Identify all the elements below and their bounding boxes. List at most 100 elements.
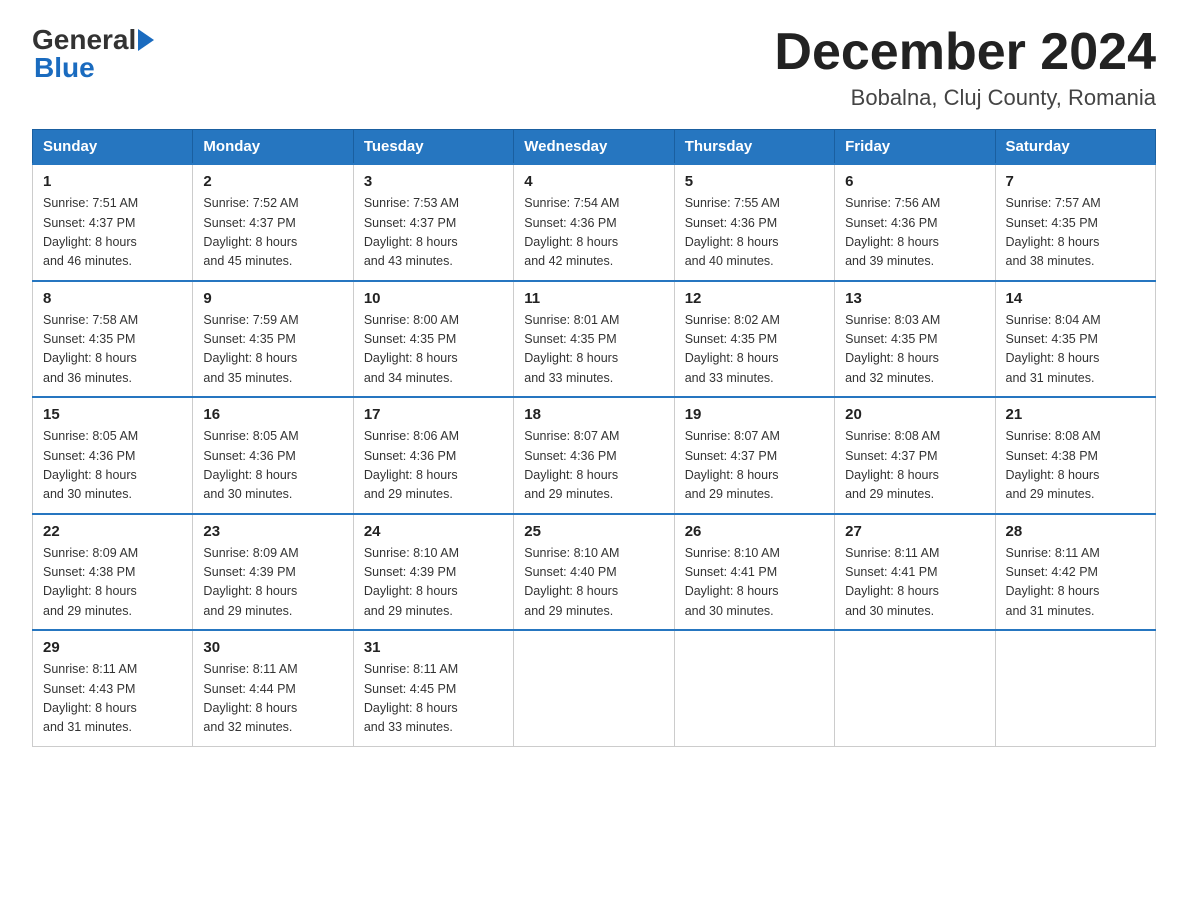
calendar-day-1: 1 Sunrise: 7:51 AMSunset: 4:37 PMDayligh… bbox=[33, 164, 193, 281]
calendar-day-28: 28 Sunrise: 8:11 AMSunset: 4:42 PMDaylig… bbox=[995, 514, 1155, 631]
calendar-day-7: 7 Sunrise: 7:57 AMSunset: 4:35 PMDayligh… bbox=[995, 164, 1155, 281]
day-info-14: Sunrise: 8:04 AMSunset: 4:35 PMDaylight:… bbox=[1006, 313, 1101, 385]
day-number-3: 3 bbox=[364, 173, 503, 190]
calendar-day-6: 6 Sunrise: 7:56 AMSunset: 4:36 PMDayligh… bbox=[835, 164, 995, 281]
calendar-week-row-1: 1 Sunrise: 7:51 AMSunset: 4:37 PMDayligh… bbox=[33, 164, 1156, 281]
weekday-header-monday: Monday bbox=[193, 130, 353, 165]
calendar-day-19: 19 Sunrise: 8:07 AMSunset: 4:37 PMDaylig… bbox=[674, 397, 834, 514]
day-info-24: Sunrise: 8:10 AMSunset: 4:39 PMDaylight:… bbox=[364, 546, 459, 618]
calendar-day-9: 9 Sunrise: 7:59 AMSunset: 4:35 PMDayligh… bbox=[193, 281, 353, 398]
day-info-18: Sunrise: 8:07 AMSunset: 4:36 PMDaylight:… bbox=[524, 429, 619, 501]
day-number-6: 6 bbox=[845, 173, 984, 190]
logo-area: General Blue bbox=[32, 24, 154, 84]
day-number-11: 11 bbox=[524, 290, 663, 307]
day-number-16: 16 bbox=[203, 406, 342, 423]
day-info-23: Sunrise: 8:09 AMSunset: 4:39 PMDaylight:… bbox=[203, 546, 298, 618]
day-number-19: 19 bbox=[685, 406, 824, 423]
calendar-week-row-4: 22 Sunrise: 8:09 AMSunset: 4:38 PMDaylig… bbox=[33, 514, 1156, 631]
calendar-day-12: 12 Sunrise: 8:02 AMSunset: 4:35 PMDaylig… bbox=[674, 281, 834, 398]
weekday-header-tuesday: Tuesday bbox=[353, 130, 513, 165]
day-number-25: 25 bbox=[524, 523, 663, 540]
calendar-empty-4-4 bbox=[674, 630, 834, 746]
day-number-27: 27 bbox=[845, 523, 984, 540]
calendar-day-22: 22 Sunrise: 8:09 AMSunset: 4:38 PMDaylig… bbox=[33, 514, 193, 631]
day-info-25: Sunrise: 8:10 AMSunset: 4:40 PMDaylight:… bbox=[524, 546, 619, 618]
day-info-22: Sunrise: 8:09 AMSunset: 4:38 PMDaylight:… bbox=[43, 546, 138, 618]
day-number-5: 5 bbox=[685, 173, 824, 190]
day-number-29: 29 bbox=[43, 639, 182, 656]
title-area: December 2024 Bobalna, Cluj County, Roma… bbox=[774, 24, 1156, 111]
calendar-day-27: 27 Sunrise: 8:11 AMSunset: 4:41 PMDaylig… bbox=[835, 514, 995, 631]
day-number-23: 23 bbox=[203, 523, 342, 540]
calendar-day-14: 14 Sunrise: 8:04 AMSunset: 4:35 PMDaylig… bbox=[995, 281, 1155, 398]
calendar-week-row-2: 8 Sunrise: 7:58 AMSunset: 4:35 PMDayligh… bbox=[33, 281, 1156, 398]
day-info-13: Sunrise: 8:03 AMSunset: 4:35 PMDaylight:… bbox=[845, 313, 940, 385]
day-info-10: Sunrise: 8:00 AMSunset: 4:35 PMDaylight:… bbox=[364, 313, 459, 385]
weekday-header-friday: Friday bbox=[835, 130, 995, 165]
day-number-13: 13 bbox=[845, 290, 984, 307]
day-info-27: Sunrise: 8:11 AMSunset: 4:41 PMDaylight:… bbox=[845, 546, 939, 618]
calendar-day-5: 5 Sunrise: 7:55 AMSunset: 4:36 PMDayligh… bbox=[674, 164, 834, 281]
day-info-11: Sunrise: 8:01 AMSunset: 4:35 PMDaylight:… bbox=[524, 313, 619, 385]
calendar-day-13: 13 Sunrise: 8:03 AMSunset: 4:35 PMDaylig… bbox=[835, 281, 995, 398]
day-number-24: 24 bbox=[364, 523, 503, 540]
calendar-day-10: 10 Sunrise: 8:00 AMSunset: 4:35 PMDaylig… bbox=[353, 281, 513, 398]
day-number-4: 4 bbox=[524, 173, 663, 190]
calendar-day-11: 11 Sunrise: 8:01 AMSunset: 4:35 PMDaylig… bbox=[514, 281, 674, 398]
day-number-18: 18 bbox=[524, 406, 663, 423]
calendar-empty-4-5 bbox=[835, 630, 995, 746]
calendar-day-29: 29 Sunrise: 8:11 AMSunset: 4:43 PMDaylig… bbox=[33, 630, 193, 746]
day-info-9: Sunrise: 7:59 AMSunset: 4:35 PMDaylight:… bbox=[203, 313, 298, 385]
calendar-day-8: 8 Sunrise: 7:58 AMSunset: 4:35 PMDayligh… bbox=[33, 281, 193, 398]
calendar-week-row-3: 15 Sunrise: 8:05 AMSunset: 4:36 PMDaylig… bbox=[33, 397, 1156, 514]
day-number-7: 7 bbox=[1006, 173, 1145, 190]
day-info-20: Sunrise: 8:08 AMSunset: 4:37 PMDaylight:… bbox=[845, 429, 940, 501]
day-info-29: Sunrise: 8:11 AMSunset: 4:43 PMDaylight:… bbox=[43, 662, 137, 734]
day-info-12: Sunrise: 8:02 AMSunset: 4:35 PMDaylight:… bbox=[685, 313, 780, 385]
calendar-day-15: 15 Sunrise: 8:05 AMSunset: 4:36 PMDaylig… bbox=[33, 397, 193, 514]
month-year-title: December 2024 bbox=[774, 24, 1156, 81]
day-info-28: Sunrise: 8:11 AMSunset: 4:42 PMDaylight:… bbox=[1006, 546, 1100, 618]
day-info-21: Sunrise: 8:08 AMSunset: 4:38 PMDaylight:… bbox=[1006, 429, 1101, 501]
day-info-26: Sunrise: 8:10 AMSunset: 4:41 PMDaylight:… bbox=[685, 546, 780, 618]
calendar-day-21: 21 Sunrise: 8:08 AMSunset: 4:38 PMDaylig… bbox=[995, 397, 1155, 514]
day-number-26: 26 bbox=[685, 523, 824, 540]
day-number-20: 20 bbox=[845, 406, 984, 423]
calendar-day-30: 30 Sunrise: 8:11 AMSunset: 4:44 PMDaylig… bbox=[193, 630, 353, 746]
day-number-21: 21 bbox=[1006, 406, 1145, 423]
day-info-8: Sunrise: 7:58 AMSunset: 4:35 PMDaylight:… bbox=[43, 313, 138, 385]
calendar-day-25: 25 Sunrise: 8:10 AMSunset: 4:40 PMDaylig… bbox=[514, 514, 674, 631]
calendar-day-20: 20 Sunrise: 8:08 AMSunset: 4:37 PMDaylig… bbox=[835, 397, 995, 514]
weekday-header-row: SundayMondayTuesdayWednesdayThursdayFrid… bbox=[33, 130, 1156, 165]
day-number-9: 9 bbox=[203, 290, 342, 307]
calendar-day-16: 16 Sunrise: 8:05 AMSunset: 4:36 PMDaylig… bbox=[193, 397, 353, 514]
day-number-1: 1 bbox=[43, 173, 182, 190]
calendar-day-2: 2 Sunrise: 7:52 AMSunset: 4:37 PMDayligh… bbox=[193, 164, 353, 281]
calendar-day-3: 3 Sunrise: 7:53 AMSunset: 4:37 PMDayligh… bbox=[353, 164, 513, 281]
calendar-day-17: 17 Sunrise: 8:06 AMSunset: 4:36 PMDaylig… bbox=[353, 397, 513, 514]
day-number-31: 31 bbox=[364, 639, 503, 656]
day-info-17: Sunrise: 8:06 AMSunset: 4:36 PMDaylight:… bbox=[364, 429, 459, 501]
calendar-day-18: 18 Sunrise: 8:07 AMSunset: 4:36 PMDaylig… bbox=[514, 397, 674, 514]
day-number-15: 15 bbox=[43, 406, 182, 423]
day-number-17: 17 bbox=[364, 406, 503, 423]
calendar-day-4: 4 Sunrise: 7:54 AMSunset: 4:36 PMDayligh… bbox=[514, 164, 674, 281]
day-info-30: Sunrise: 8:11 AMSunset: 4:44 PMDaylight:… bbox=[203, 662, 297, 734]
calendar-empty-4-3 bbox=[514, 630, 674, 746]
day-number-8: 8 bbox=[43, 290, 182, 307]
logo-blue-text: Blue bbox=[32, 52, 154, 84]
day-info-2: Sunrise: 7:52 AMSunset: 4:37 PMDaylight:… bbox=[203, 196, 298, 268]
weekday-header-sunday: Sunday bbox=[33, 130, 193, 165]
top-section: General Blue December 2024 Bobalna, Cluj… bbox=[32, 24, 1156, 111]
location-subtitle: Bobalna, Cluj County, Romania bbox=[774, 85, 1156, 111]
day-info-7: Sunrise: 7:57 AMSunset: 4:35 PMDaylight:… bbox=[1006, 196, 1101, 268]
day-info-6: Sunrise: 7:56 AMSunset: 4:36 PMDaylight:… bbox=[845, 196, 940, 268]
calendar-day-31: 31 Sunrise: 8:11 AMSunset: 4:45 PMDaylig… bbox=[353, 630, 513, 746]
day-number-2: 2 bbox=[203, 173, 342, 190]
calendar-empty-4-6 bbox=[995, 630, 1155, 746]
day-info-3: Sunrise: 7:53 AMSunset: 4:37 PMDaylight:… bbox=[364, 196, 459, 268]
day-info-4: Sunrise: 7:54 AMSunset: 4:36 PMDaylight:… bbox=[524, 196, 619, 268]
weekday-header-saturday: Saturday bbox=[995, 130, 1155, 165]
calendar-week-row-5: 29 Sunrise: 8:11 AMSunset: 4:43 PMDaylig… bbox=[33, 630, 1156, 746]
logo-arrow-icon bbox=[138, 29, 154, 51]
